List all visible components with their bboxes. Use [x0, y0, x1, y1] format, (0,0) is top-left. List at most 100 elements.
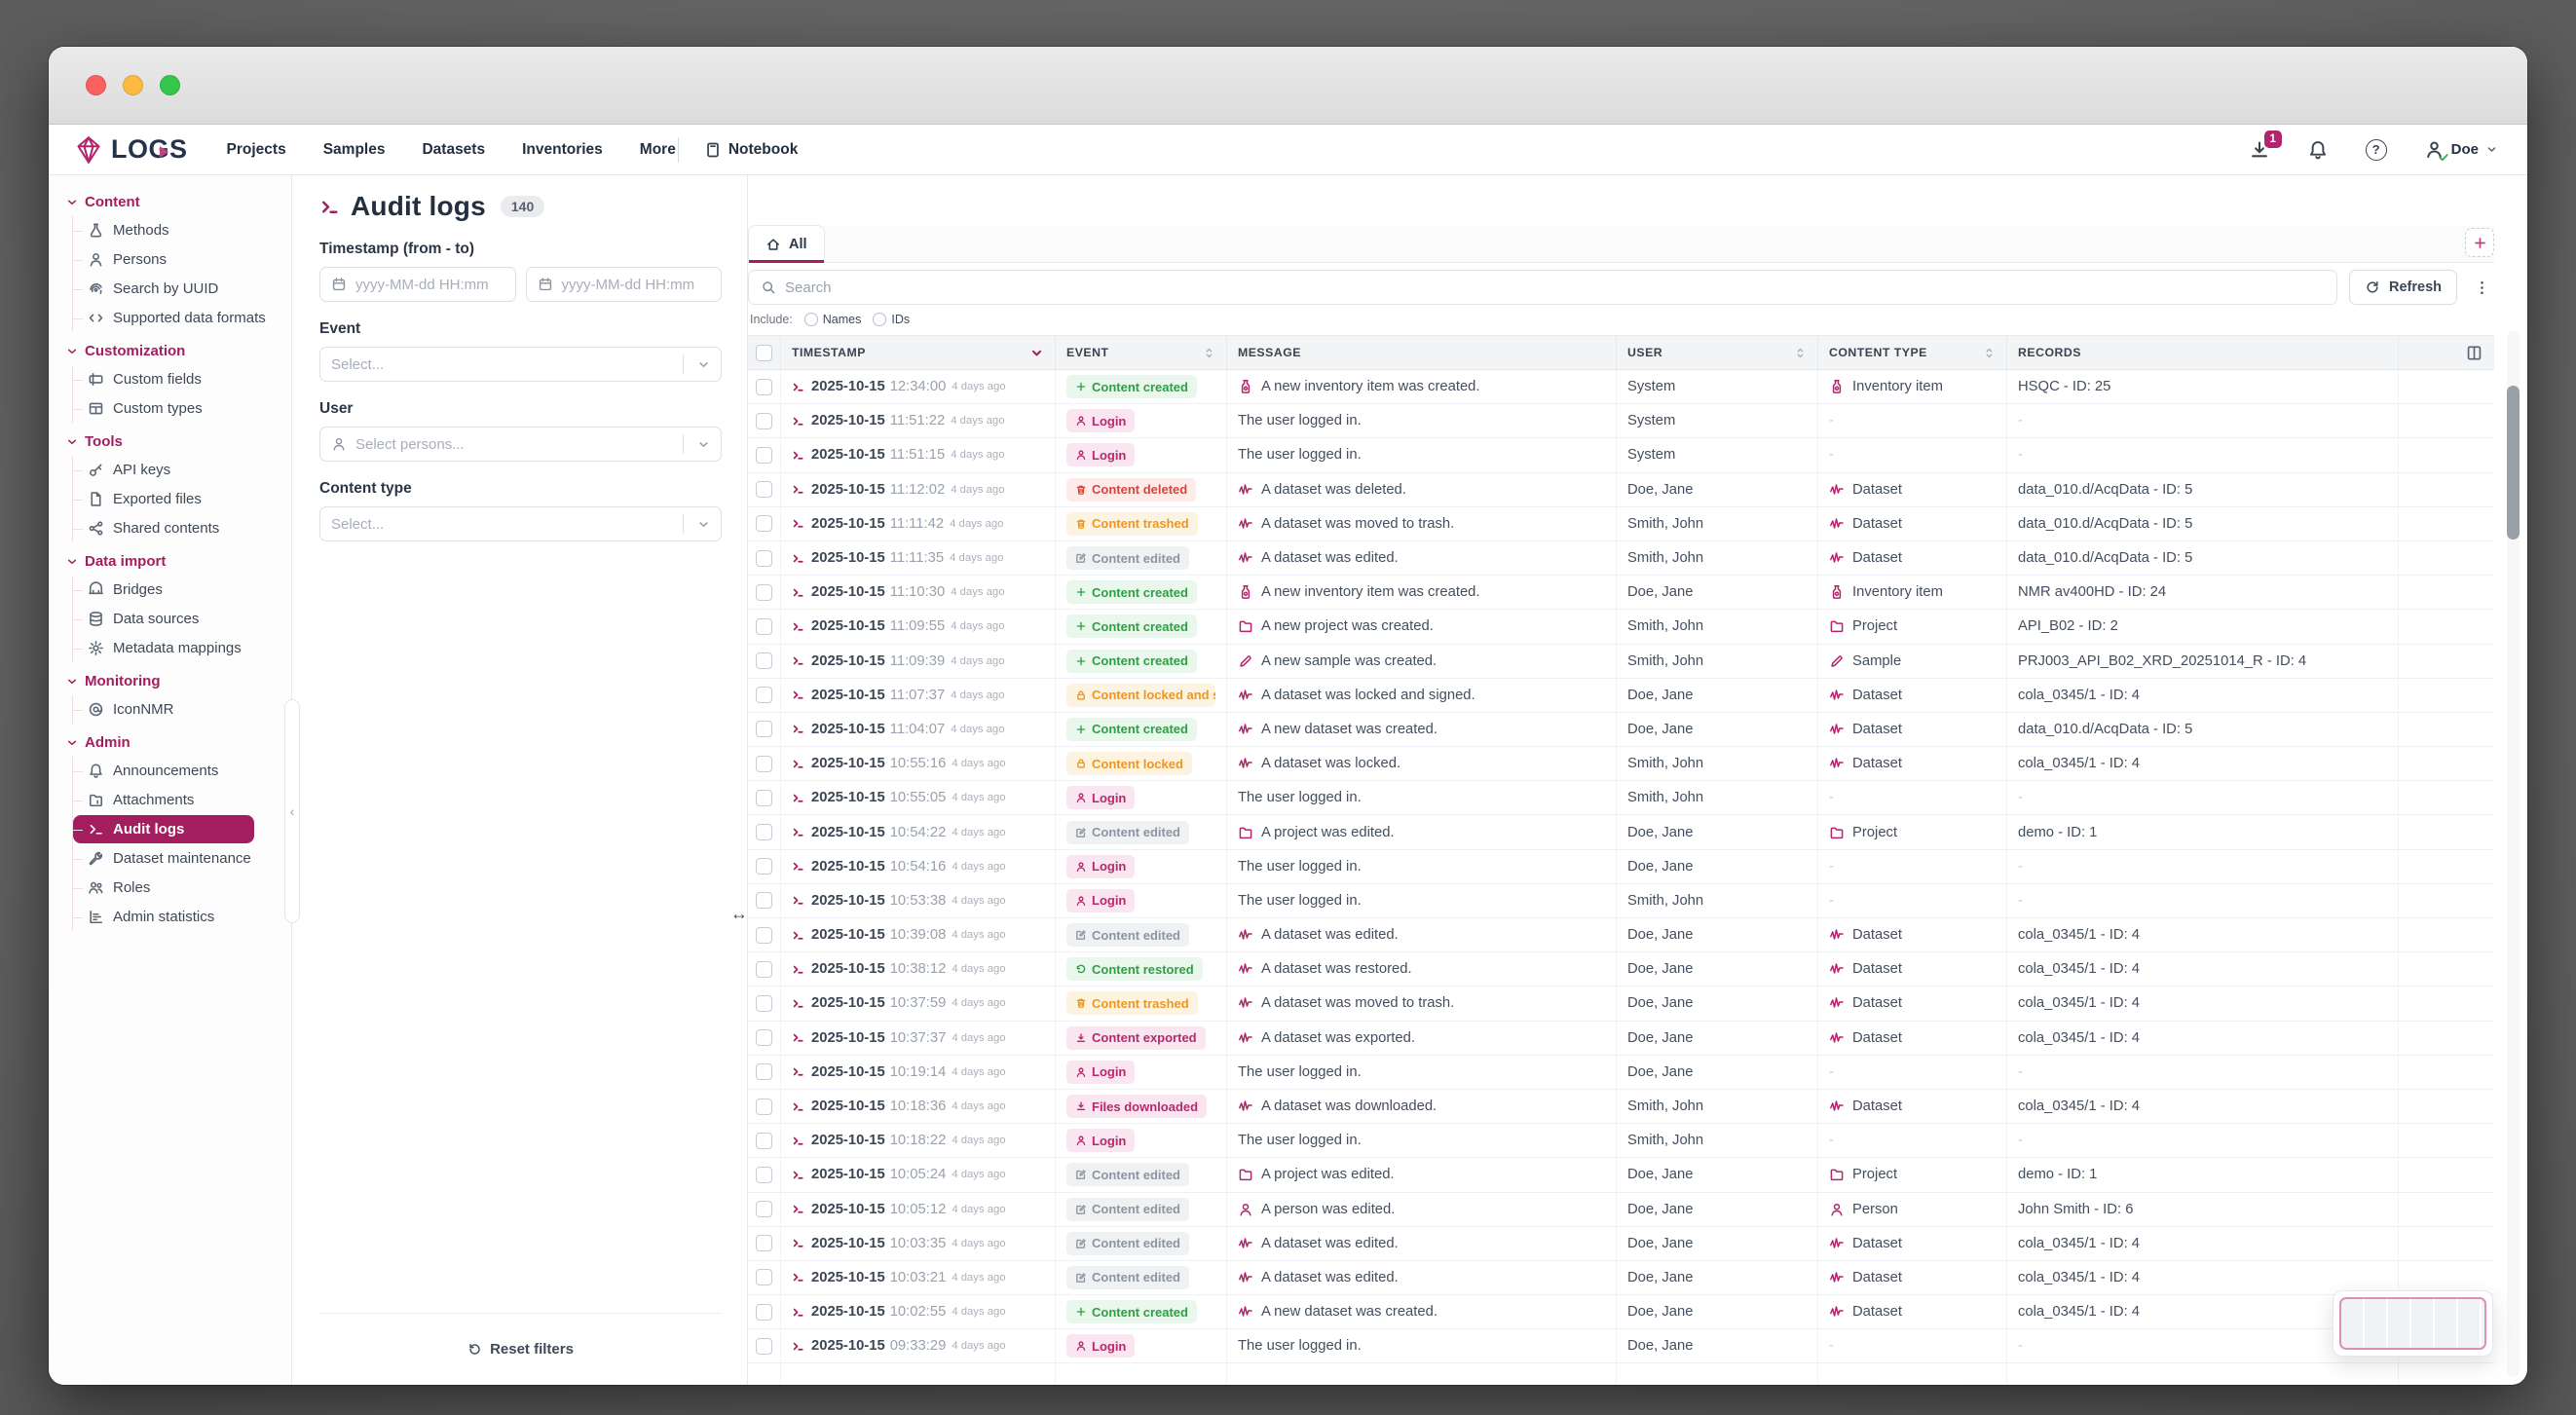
nav-item-samples[interactable]: Samples — [323, 141, 386, 159]
sidebar-item-iconnmr[interactable]: IconNMR — [73, 695, 283, 724]
table-row[interactable]: 2025-10-1511:07:374 days agoContent lock… — [748, 679, 2494, 713]
row-checkbox[interactable] — [748, 1056, 781, 1089]
sidebar-section-header-monitoring[interactable]: Monitoring — [64, 666, 283, 694]
table-row[interactable]: 2025-10-1510:03:354 days agoContent edit… — [748, 1227, 2494, 1261]
row-checkbox[interactable] — [748, 679, 781, 712]
row-checkbox[interactable] — [748, 987, 781, 1020]
row-checkbox[interactable] — [748, 918, 781, 951]
row-checkbox[interactable] — [748, 1193, 781, 1226]
row-checkbox[interactable] — [748, 1022, 781, 1055]
sidebar-item-admin-statistics[interactable]: Admin statistics — [73, 903, 283, 931]
sidebar-item-custom-fields[interactable]: Custom fields — [73, 365, 283, 393]
nav-item-inventories[interactable]: Inventories — [522, 141, 603, 159]
help-button[interactable]: ? — [2366, 139, 2387, 161]
row-checkbox[interactable] — [748, 1329, 781, 1362]
table-row[interactable]: 2025-10-1509:33:294 days agoLoginThe use… — [748, 1329, 2494, 1363]
table-row[interactable]: 2025-10-1510:37:594 days agoContent tras… — [748, 987, 2494, 1021]
table-row[interactable]: 2025-10-1510:05:244 days agoContent edit… — [748, 1158, 2494, 1192]
sidebar-item-audit-logs[interactable]: Audit logs — [73, 815, 254, 843]
more-options-button[interactable] — [2469, 270, 2494, 305]
row-checkbox[interactable] — [748, 645, 781, 678]
row-checkbox[interactable] — [748, 404, 781, 437]
sidebar-section-header-data-import[interactable]: Data import — [64, 546, 283, 575]
add-tab-button[interactable] — [2465, 228, 2494, 257]
include-option-ids[interactable]: IDs — [873, 313, 910, 326]
sidebar-item-metadata-mappings[interactable]: Metadata mappings — [73, 634, 283, 662]
sidebar-section-header-content[interactable]: Content — [64, 187, 283, 215]
sidebar-item-methods[interactable]: Methods — [73, 216, 283, 244]
table-row[interactable]: 2025-10-1511:51:154 days agoLoginThe use… — [748, 438, 2494, 472]
close-window-icon[interactable] — [86, 75, 106, 95]
row-checkbox[interactable] — [748, 1227, 781, 1260]
column-header-records[interactable]: RECORDS — [2007, 336, 2399, 369]
table-row[interactable]: 2025-10-1510:37:374 days agoContent expo… — [748, 1022, 2494, 1056]
nav-item-more[interactable]: More — [640, 141, 676, 159]
nav-item-notebook[interactable]: Notebook — [704, 141, 798, 159]
refresh-button[interactable]: Refresh — [2349, 270, 2457, 305]
include-option-names[interactable]: Names — [804, 313, 862, 326]
sidebar-item-supported-data-formats[interactable]: Supported data formats — [73, 304, 283, 332]
table-row[interactable]: 2025-10-1510:03:214 days agoContent edit… — [748, 1261, 2494, 1295]
sidebar-section-header-customization[interactable]: Customization — [64, 336, 283, 364]
table-row[interactable]: 2025-10-1510:39:084 days agoContent edit… — [748, 918, 2494, 952]
table-row[interactable]: 2025-10-1511:09:394 days agoContent crea… — [748, 645, 2494, 679]
timestamp-from-input[interactable]: yyyy-MM-dd HH:mm — [319, 267, 516, 302]
user-menu[interactable]: Doe — [2424, 139, 2498, 160]
sidebar-section-header-tools[interactable]: Tools — [64, 427, 283, 455]
row-checkbox[interactable] — [748, 1261, 781, 1294]
table-row[interactable]: 2025-10-1510:54:224 days agoContent edit… — [748, 815, 2494, 849]
row-checkbox[interactable] — [748, 1158, 781, 1191]
row-checkbox[interactable] — [748, 507, 781, 540]
row-checkbox[interactable] — [748, 952, 781, 986]
table-row[interactable]: 2025-10-1510:55:054 days agoLoginThe use… — [748, 781, 2494, 815]
sidebar-item-custom-types[interactable]: Custom types — [73, 394, 283, 423]
table-row[interactable]: 2025-10-1511:04:074 days agoContent crea… — [748, 713, 2494, 747]
row-checkbox[interactable] — [748, 713, 781, 746]
row-checkbox[interactable] — [748, 1090, 781, 1123]
sidebar-collapse-handle[interactable]: ‹ — [284, 699, 300, 923]
row-checkbox[interactable] — [748, 370, 781, 403]
sidebar-item-data-sources[interactable]: Data sources — [73, 605, 283, 633]
table-row[interactable]: 2025-10-1510:18:224 days agoLoginThe use… — [748, 1124, 2494, 1158]
table-row[interactable]: 2025-10-1510:38:124 days agoContent rest… — [748, 952, 2494, 987]
minimize-window-icon[interactable] — [123, 75, 143, 95]
table-row[interactable]: 2025-10-1511:09:554 days agoContent crea… — [748, 610, 2494, 644]
row-checkbox[interactable] — [748, 610, 781, 643]
table-row[interactable]: 2025-10-1510:19:144 days agoLoginThe use… — [748, 1056, 2494, 1090]
table-row[interactable]: 2025-10-1510:05:124 days agoContent edit… — [748, 1193, 2494, 1227]
row-checkbox[interactable] — [748, 473, 781, 506]
sidebar-item-attachments[interactable]: Attachments — [73, 786, 283, 814]
maximize-window-icon[interactable] — [160, 75, 180, 95]
column-picker-button[interactable] — [2465, 344, 2483, 362]
table-row[interactable]: 2025-10-1510:54:164 days agoLoginThe use… — [748, 850, 2494, 884]
sidebar-item-search-by-uuid[interactable]: Search by UUID — [73, 275, 283, 303]
select-all-checkbox[interactable] — [748, 336, 781, 369]
column-header-message[interactable]: MESSAGE — [1227, 336, 1617, 369]
column-header-event[interactable]: EVENT — [1056, 336, 1227, 369]
table-row[interactable]: 2025-10-1510:02:554 days agoContent crea… — [748, 1295, 2494, 1329]
nav-item-projects[interactable]: Projects — [227, 141, 286, 159]
table-scrollbar[interactable] — [2507, 331, 2520, 1377]
column-header-user[interactable]: USER — [1617, 336, 1818, 369]
sidebar-item-exported-files[interactable]: Exported files — [73, 485, 283, 513]
row-checkbox[interactable] — [748, 541, 781, 575]
sidebar-item-announcements[interactable]: Announcements — [73, 757, 283, 785]
row-checkbox[interactable] — [748, 781, 781, 814]
sidebar-item-bridges[interactable]: Bridges — [73, 576, 283, 604]
sidebar-item-api-keys[interactable]: API keys — [73, 456, 283, 484]
column-header-timestamp[interactable]: TIMESTAMP — [781, 336, 1056, 369]
table-row[interactable]: 2025-10-1510:55:164 days agoContent lock… — [748, 747, 2494, 781]
table-row[interactable]: 2025-10-1511:12:024 days agoContent dele… — [748, 473, 2494, 507]
user-select[interactable]: Select persons... — [319, 427, 722, 462]
tab-all[interactable]: All — [748, 225, 825, 262]
row-checkbox[interactable] — [748, 747, 781, 780]
table-row[interactable]: 2025-10-1512:34:004 days agoContent crea… — [748, 370, 2494, 404]
search-input[interactable]: Search — [748, 270, 2337, 305]
reset-filters-button[interactable]: Reset filters — [319, 1313, 722, 1385]
row-checkbox[interactable] — [748, 576, 781, 609]
row-checkbox[interactable] — [748, 1124, 781, 1157]
scrollbar-thumb[interactable] — [2507, 386, 2520, 540]
sidebar-item-roles[interactable]: Roles — [73, 874, 283, 902]
table-row[interactable]: 2025-10-1511:11:354 days agoContent edit… — [748, 541, 2494, 576]
logo[interactable]: LOGS — [74, 134, 188, 165]
